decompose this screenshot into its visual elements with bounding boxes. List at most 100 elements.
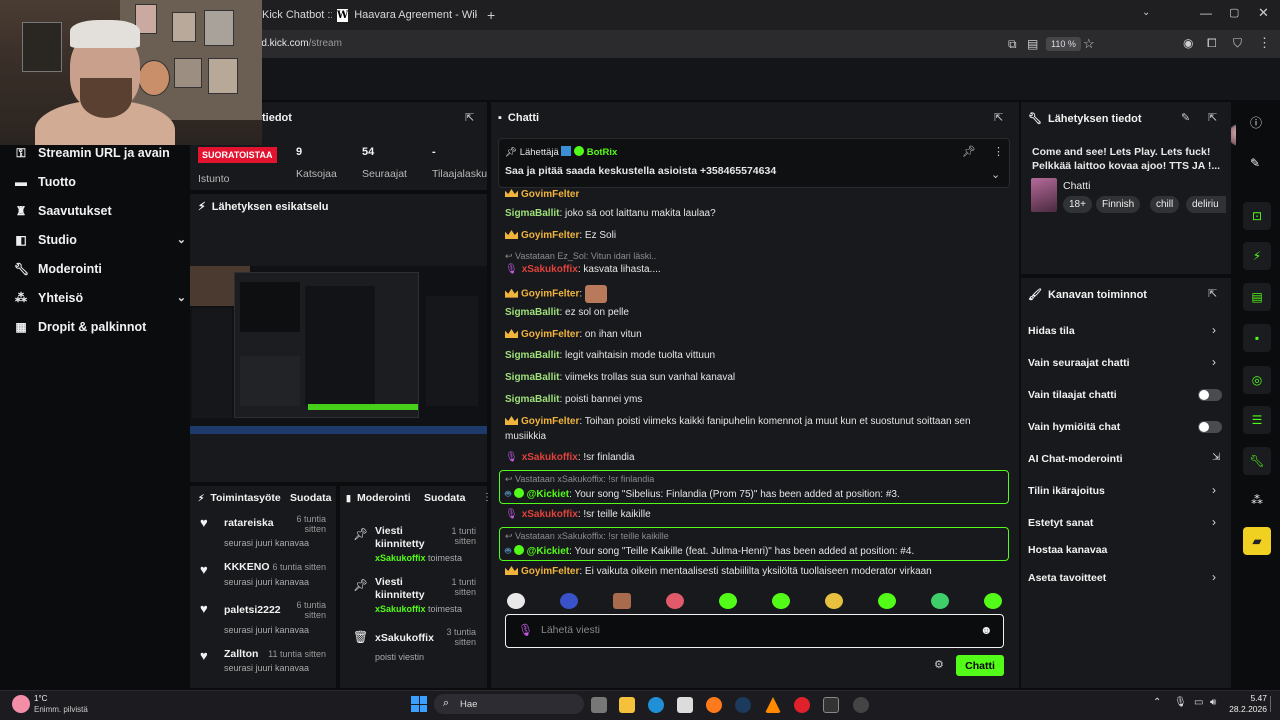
info-icon[interactable]: ⓘ (1250, 114, 1262, 131)
obs-icon[interactable] (853, 697, 869, 713)
opera-icon[interactable] (794, 697, 810, 713)
url-text[interactable]: rd.kick.com/stream (258, 38, 342, 49)
chat-message[interactable]: 🎙︎ xSakukoffix: !sr teille kaikille (505, 509, 651, 520)
chat-message[interactable]: GoyimFelter: Ez Soli (505, 230, 616, 241)
expand-icon[interactable]: ⇱ (1208, 287, 1217, 300)
moderation-filter-button[interactable]: Suodata (424, 492, 465, 504)
firefox-icon[interactable] (706, 697, 722, 713)
emote-icon[interactable] (984, 593, 1002, 609)
category-thumbnail[interactable] (1031, 178, 1057, 212)
chat-message[interactable]: GoyimFelter: (505, 285, 607, 303)
chat-message[interactable]: SigmaBallit: ez sol on pelle (505, 307, 629, 318)
rail-wrench-icon[interactable]: 🔧︎ (1243, 447, 1271, 475)
chat-message[interactable]: 🎙︎ xSakukoffix: !sr finlandia (505, 452, 635, 463)
nav-moderation[interactable]: 🔧︎ Moderointi (14, 259, 102, 279)
menu-icon[interactable]: ⋮ (1258, 35, 1271, 51)
nav-studio[interactable]: ◧ Studio ⌄ (14, 230, 186, 250)
store-icon[interactable] (677, 697, 693, 713)
chat-message[interactable]: SigmaBallit: poisti bannei yms (505, 394, 642, 405)
rail-list-icon[interactable]: ▤ (1243, 283, 1271, 311)
shield-icon[interactable]: ⛉ (1233, 36, 1242, 51)
nav-stream-url-key[interactable]: ⚿ Streamin URL ja avain (14, 143, 169, 163)
tag-chip[interactable]: Finnish (1096, 196, 1141, 213)
close-window-icon[interactable]: ✕ (1258, 5, 1269, 21)
gear-icon[interactable]: ⚙ (934, 658, 944, 671)
emote-icon[interactable] (666, 593, 684, 609)
send-chat-button[interactable]: Chatti (956, 655, 1004, 676)
extensions-icon[interactable]: ⧠ (1207, 36, 1217, 51)
action-followers-only[interactable]: Vain seuraajat chatti (1028, 357, 1130, 369)
rail-clapper-icon[interactable]: ▰ (1243, 527, 1271, 555)
rail-broadcast-icon[interactable]: ◎ (1243, 366, 1271, 394)
reader-icon[interactable]: ▤ (1027, 37, 1038, 51)
emote-icon[interactable] (772, 593, 790, 609)
bookmark-star-icon[interactable]: ☆ (1083, 36, 1095, 52)
chevron-right-icon[interactable]: › (1212, 483, 1216, 497)
zoom-level[interactable]: 110 % (1046, 37, 1081, 51)
community-icon[interactable]: ⁂ (1251, 493, 1263, 507)
expand-icon[interactable]: ⇱ (1208, 111, 1217, 124)
tab-wikipedia[interactable]: W Haavara Agreement - Wikipedia × (337, 4, 477, 26)
screenshot-icon[interactable]: ⧉ (1008, 37, 1017, 52)
minimize-icon[interactable]: — (1200, 6, 1212, 20)
chat-message[interactable]: SigmaBallit: viimeks trollas sua sun van… (505, 372, 735, 383)
tray-mic-icon[interactable]: 🎙︎ (1174, 697, 1187, 708)
nav-drops-rewards[interactable]: ▦ Dropit & palkinnot (14, 317, 146, 337)
clock-date[interactable]: 28.2.2026 (1222, 704, 1267, 714)
emoji-icon[interactable]: ☻ (980, 623, 993, 637)
tag-chip[interactable]: deliriu (1186, 196, 1226, 213)
emote-icon[interactable] (719, 593, 737, 609)
pencil-icon[interactable]: ✎ (1250, 156, 1260, 170)
tray-chevron-icon[interactable]: ⌃ (1153, 697, 1161, 708)
nav-achievements[interactable]: ♜ Saavutukset (14, 201, 112, 221)
tray-volume-icon[interactable]: 🔊︎ (1210, 697, 1216, 708)
tray-display-icon[interactable]: ▭ (1194, 697, 1203, 708)
edit-icon[interactable]: ✎ (1181, 111, 1190, 124)
action-host-channel[interactable]: Hostaa kanavaa (1028, 544, 1107, 556)
rail-camera-icon[interactable]: ⊡ (1243, 202, 1271, 230)
emote-icon[interactable] (613, 593, 631, 609)
rail-layout-icon[interactable]: ☰ (1243, 406, 1271, 434)
windows-start-icon[interactable] (411, 696, 427, 712)
chat-message[interactable]: GoyimFelter: Toihan poisti viimeks kaikk… (505, 416, 971, 427)
clock-time[interactable]: 5.47 (1222, 693, 1267, 703)
chat-message[interactable]: SigmaBallit: legit vaihtaisin mode tuolt… (505, 350, 715, 361)
action-age-restriction[interactable]: Tilin ikärajoitus (1028, 485, 1105, 497)
mic-icon[interactable]: 🎙︎ (518, 623, 533, 637)
chevron-right-icon[interactable]: › (1212, 515, 1216, 529)
tab-kick-chatbot[interactable]: Kick Chatbot :: × (262, 4, 332, 26)
tag-chip[interactable]: chill (1150, 196, 1180, 213)
chevron-down-icon[interactable]: ⌄ (991, 168, 1000, 181)
emote-icon[interactable] (931, 593, 949, 609)
activity-filter-button[interactable]: Suodata (290, 492, 331, 504)
chat-message[interactable]: GoyimFelter: on ihan vitun (505, 329, 642, 340)
chat-message[interactable]: 🤖︎ @Kickiet: Your song "Sibelius: Finlan… (505, 487, 900, 501)
chat-message[interactable]: 🤖︎ @Kickiet: Your song "Teille Kaikille … (505, 544, 914, 558)
chat-message[interactable]: GoyimFelter (505, 189, 579, 197)
chat-message[interactable]: SigmaBallit: joko sä oot laittanu makita… (505, 208, 716, 219)
pin-toggle-icon[interactable]: 📌︎ (962, 145, 976, 158)
emote-icon[interactable] (507, 593, 525, 609)
more-icon[interactable]: ⋮ (993, 145, 1004, 158)
tag-chip[interactable]: 18+ (1063, 196, 1092, 213)
nav-community[interactable]: ⁂ Yhteisö ⌄ (14, 288, 186, 308)
action-slow-mode[interactable]: Hidas tila (1028, 325, 1075, 337)
edge-icon[interactable] (648, 697, 664, 713)
action-blocked-words[interactable]: Estetyt sanat (1028, 517, 1093, 529)
action-set-goals[interactable]: Aseta tavoitteet (1028, 572, 1106, 584)
expand-icon[interactable]: ⇱ (465, 111, 474, 124)
chat-input-placeholder[interactable]: Lähetä viesti (541, 624, 600, 636)
subs-only-toggle[interactable] (1198, 389, 1222, 401)
emote-only-toggle[interactable] (1198, 421, 1222, 433)
maximize-icon[interactable]: ▢ (1229, 6, 1239, 19)
emote-icon[interactable] (560, 593, 578, 609)
nav-revenue[interactable]: ▬ Tuotto (14, 172, 76, 192)
taskbar-search[interactable] (434, 694, 584, 714)
task-view-icon[interactable] (591, 697, 607, 713)
chevron-right-icon[interactable]: › (1212, 355, 1216, 369)
stream-preview-video[interactable] (190, 266, 487, 434)
steam-icon[interactable] (735, 697, 751, 713)
weather-temp[interactable]: 1°C (34, 694, 47, 703)
category-name[interactable]: Chatti (1063, 180, 1090, 192)
chevron-right-icon[interactable]: › (1212, 323, 1216, 337)
